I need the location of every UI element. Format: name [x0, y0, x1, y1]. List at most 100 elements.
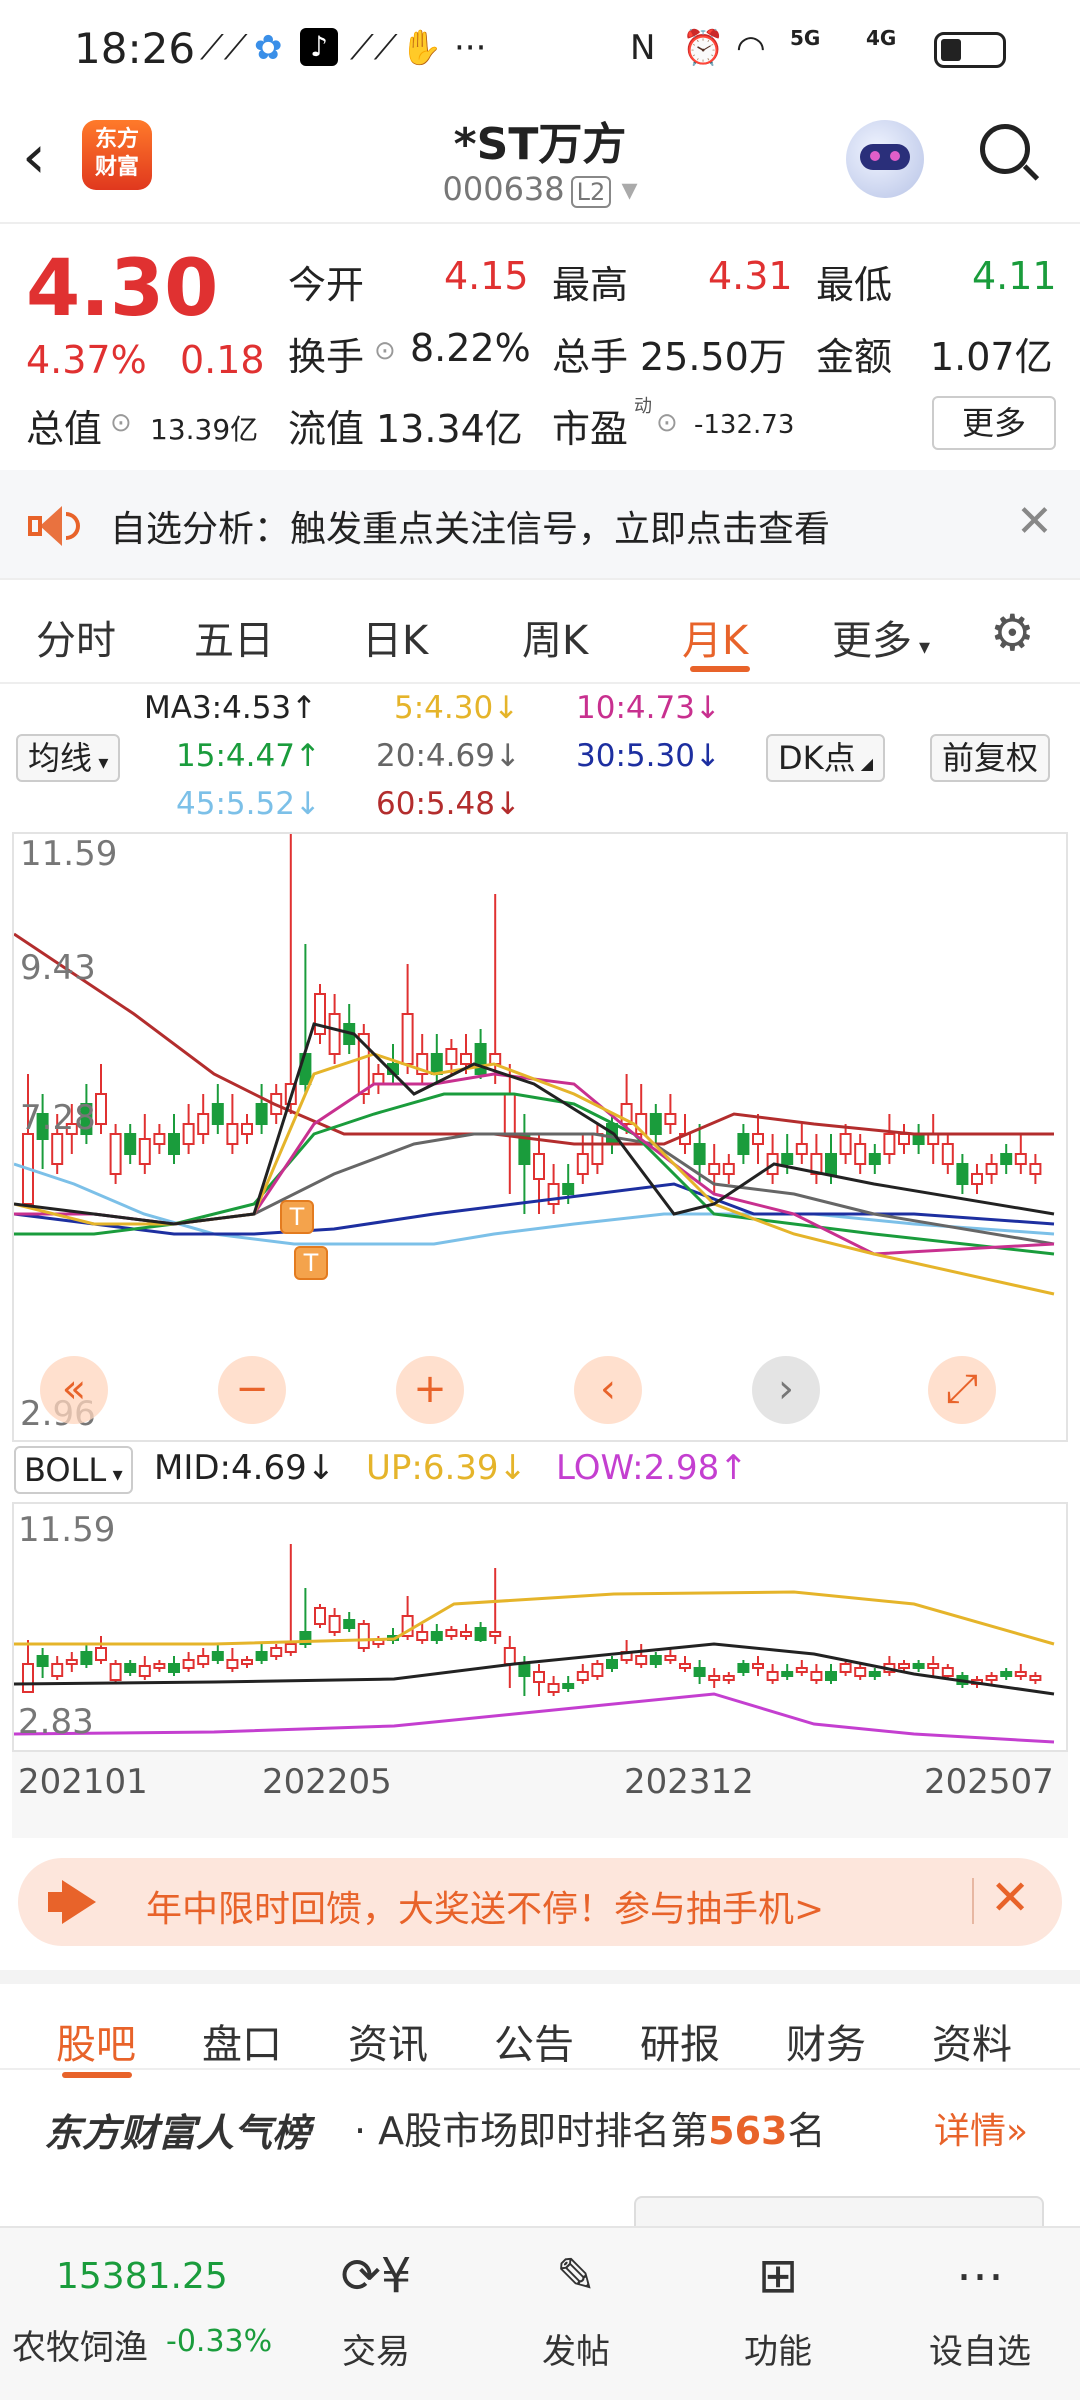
t-marker-icon[interactable]: T: [294, 1246, 328, 1280]
scroll-right-icon[interactable]: ›: [752, 1356, 820, 1424]
open-label: 今开: [288, 263, 365, 307]
tab-announcement[interactable]: 公告: [494, 2012, 574, 2070]
boll-candle-body: [284, 1643, 297, 1653]
boll-candle-body: [547, 1683, 560, 1693]
add-favorite-icon[interactable]: ⋯: [910, 2248, 1050, 2304]
robot-assistant-icon[interactable]: [846, 120, 924, 198]
close-icon[interactable]: ✕: [1016, 496, 1053, 547]
rank-detail-label: 详情: [934, 2111, 1007, 2152]
boll-candle-body: [36, 1655, 49, 1667]
boll-low-text: LOW:2.98: [556, 1448, 720, 1488]
promo-banner[interactable]: 年中限时回馈，大奖送不停！参与抽手机> ✕: [18, 1858, 1062, 1946]
low-value: 4.11: [972, 254, 1057, 298]
candle-body: [971, 1173, 983, 1185]
boll-candle-body: [781, 1671, 794, 1677]
tab-weekly-k[interactable]: 周K: [522, 608, 588, 666]
adjust-button[interactable]: 前复权: [930, 734, 1051, 782]
boll-candle-body: [854, 1667, 867, 1677]
boll-candle-body: [51, 1663, 64, 1677]
candle-body: [591, 1133, 604, 1165]
x-axis: 202101 202205 202312 202507: [12, 1752, 1068, 1838]
rank-detail-link[interactable]: 详情»: [934, 2102, 1028, 2154]
rewind-icon[interactable]: «: [40, 1356, 108, 1424]
ma-dropdown[interactable]: 均线 ▾: [16, 734, 121, 782]
x-label: 202205: [262, 1762, 392, 1802]
tab-guba[interactable]: 股吧: [56, 2012, 136, 2070]
candle-body: [241, 1123, 253, 1135]
zoom-in-icon[interactable]: +: [396, 1356, 464, 1424]
boll-dropdown[interactable]: BOLL ▾: [14, 1446, 133, 1494]
scroll-left-icon[interactable]: ‹: [574, 1356, 642, 1424]
hand-icon: ✋: [400, 28, 443, 68]
close-icon[interactable]: ✕: [990, 1870, 1030, 1926]
ma10-text: 10:4.73: [576, 690, 695, 726]
info-icon[interactable]: ⊙: [110, 408, 132, 438]
tab-more[interactable]: 更多 ▾: [832, 608, 930, 666]
boll-candle-body: [868, 1671, 881, 1677]
kline-chart[interactable]: 11.59 9.43 7.28 2.96 T T: [12, 832, 1068, 1442]
boll-candle-body: [606, 1659, 618, 1669]
candle-body: [649, 1113, 662, 1135]
tab-daily-k[interactable]: 日K: [362, 608, 428, 666]
candle-body: [854, 1143, 867, 1165]
info-icon[interactable]: ⊙: [374, 336, 396, 366]
tab-five-day[interactable]: 五日: [194, 608, 274, 666]
boll-chart[interactable]: 11.59 2.83: [12, 1502, 1068, 1752]
zoom-out-icon[interactable]: −: [218, 1356, 286, 1424]
gear-icon[interactable]: ⚙: [990, 604, 1035, 662]
boll-candle-body: [518, 1663, 531, 1677]
post-icon[interactable]: ✎: [506, 2248, 646, 2304]
app-notification-icon: ✿: [254, 28, 283, 68]
candle-body: [839, 1133, 852, 1155]
boll-candle-body: [898, 1663, 910, 1669]
trade-icon[interactable]: ⟳¥: [306, 2248, 446, 2304]
boll-low: LOW:2.98↑: [556, 1448, 748, 1488]
ma45-value: 45:5.52↓: [176, 786, 321, 822]
popularity-rank[interactable]: 东方财富人气榜 · A股市场即时排名第563名 详情»: [0, 2070, 1080, 2180]
candles: [22, 834, 1042, 1214]
function-icon[interactable]: ⊞: [708, 2248, 848, 2304]
boll-candle-body: [211, 1651, 224, 1661]
tab-finance[interactable]: 财务: [786, 2012, 866, 2070]
ma-lines: [14, 932, 1055, 1296]
fullscreen-icon[interactable]: ⤢: [928, 1356, 996, 1424]
candle-body: [474, 1043, 487, 1075]
candle-body: [1029, 1163, 1042, 1175]
stock-code-text: 000638: [442, 170, 565, 208]
nav-function[interactable]: 功能: [708, 2324, 848, 2373]
candle-body: [197, 1113, 210, 1135]
dk-point-button[interactable]: DK点 ◢: [766, 734, 886, 782]
ma10-value: 10:4.73↓: [576, 690, 721, 726]
boll-dropdown-box: BOLL ▾: [14, 1446, 133, 1494]
nav-add-favorite[interactable]: 设自选: [910, 2324, 1050, 2373]
ma30-value: 30:5.30↓: [576, 738, 721, 774]
boll-candle-body: [270, 1647, 283, 1657]
nav-post[interactable]: 发帖: [506, 2324, 646, 2373]
nav-trade[interactable]: 交易: [306, 2324, 446, 2373]
candle-body: [109, 1133, 122, 1175]
volume-label: 总手: [552, 335, 629, 379]
boll-candle-body: [795, 1667, 808, 1673]
promo-text: 年中限时回馈，大奖送不停！参与抽手机>: [146, 1889, 825, 1930]
tab-profile[interactable]: 资料: [932, 2012, 1012, 2070]
ma60-text: 60:5.48: [376, 786, 495, 822]
search-icon[interactable]: [980, 124, 1040, 181]
tab-research[interactable]: 研报: [640, 2012, 720, 2070]
boll-svg: [14, 1544, 1055, 1744]
dropdown-arrow-icon: ▾: [912, 635, 931, 660]
tab-news[interactable]: 资讯: [348, 2012, 428, 2070]
t-marker-icon[interactable]: T: [280, 1200, 314, 1234]
notice-bar[interactable]: 自选分析：触发重点关注信号，立即点击查看 ✕: [0, 470, 1080, 580]
index-name[interactable]: 农牧饲渔: [12, 2320, 148, 2369]
megaphone-icon: [48, 1880, 106, 1924]
info-icon[interactable]: ⊙: [656, 408, 678, 438]
more-button[interactable]: 更多: [932, 396, 1056, 450]
tab-fenshi[interactable]: 分时: [36, 608, 116, 666]
candle-body: [182, 1123, 195, 1145]
tab-monthly-k[interactable]: 月K: [682, 608, 748, 666]
candle-body: [138, 1138, 151, 1165]
tab-pankou[interactable]: 盘口: [202, 2012, 282, 2070]
more-notifications-icon: ···: [454, 28, 487, 68]
high-value: 4.31: [708, 254, 793, 298]
boll-mid: MID:4.69↓: [154, 1448, 336, 1488]
